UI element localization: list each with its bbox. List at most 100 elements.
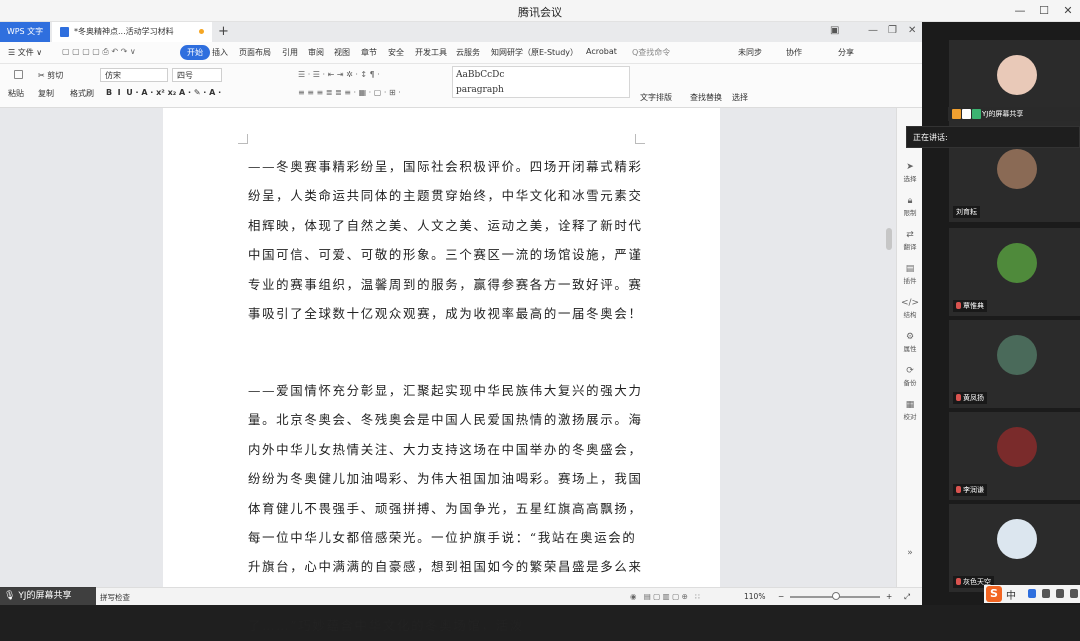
tool-select[interactable]: ➤ 选择 [897,162,923,183]
document-tab-title: *冬奥精神点...活动学习材料 [74,27,174,36]
menu-insert[interactable]: 插入 [212,47,228,58]
backup-icon: ⟳ [906,366,914,376]
cursor-icon: ➤ [906,162,914,172]
page-corner-mark [635,134,645,144]
status-bar: 拼写检查 ◉ ▤ ▢ ▥ ▢ ⊕ ∷ 110% − + ⤢ [0,587,922,605]
participant-tile[interactable]: 灰色天空 [949,504,1080,592]
fit-window-icon[interactable]: ⤢ [904,592,910,602]
maximize-icon[interactable]: ☐ [1036,3,1052,19]
view-mode-icons[interactable]: ◉ ▤ ▢ ▥ ▢ ⊕ ∷ [630,592,700,601]
mic-muted-icon [956,578,961,585]
select-button[interactable]: 选择 [732,92,748,103]
wps-close-icon[interactable]: ✕ [908,25,916,36]
participant-tile[interactable]: 李润谦 [949,412,1080,500]
menu-security[interactable]: 安全 [388,47,404,58]
page-corner-mark [238,134,248,144]
ime-mic-icon[interactable] [1028,589,1036,598]
tab-document[interactable]: *冬奥精神点...活动学习材料 [52,22,212,42]
menu-references[interactable]: 引用 [282,47,298,58]
tool-plugin[interactable]: ▤ 插件 [897,264,923,285]
menu-page-layout[interactable]: 页面布局 [239,47,271,58]
vertical-scrollbar[interactable] [884,108,894,587]
ime-keyboard-icon[interactable] [1042,589,1050,598]
spellcheck-status[interactable]: 拼写检查 [100,592,130,603]
avatar [997,335,1037,375]
sync-status[interactable]: 未同步 [738,47,762,58]
menu-view[interactable]: 视图 [334,47,350,58]
mic-icon [972,109,981,119]
participant-name: 李润谦 [953,484,987,496]
menu-chapter[interactable]: 章节 [361,47,377,58]
add-tab-icon[interactable]: + [218,22,229,42]
style-name: paragraph [456,85,504,95]
tool-structure[interactable]: </> 结构 [897,298,923,319]
font-size-select[interactable]: 四号 [172,68,222,82]
menu-acrobat[interactable]: Acrobat [586,47,617,56]
collaborate-button[interactable]: 协作 [786,47,802,58]
style-preview: AaBbCcDc [456,70,505,80]
tab-count-icon[interactable]: ▣ [830,25,839,36]
quick-access-icons[interactable]: ▢ ▢ ▢ ▢ ⎙ ↶ ↷ ∨ [62,47,136,57]
ime-skin-icon[interactable] [1056,589,1064,598]
document-icon [60,27,69,37]
paste-icon[interactable] [14,70,23,79]
tool-proofread[interactable]: ▦ 校对 [897,400,923,421]
tab-wps-app[interactable]: WPS 文字 [0,22,50,42]
menu-review[interactable]: 审阅 [308,47,324,58]
meeting-title: 腾讯会议 [518,6,562,19]
minimize-icon[interactable]: — [1012,3,1028,19]
speaking-indicator: 正在讲话: [906,126,1080,148]
screen: 腾讯会议 — ☐ ✕ WPS 文字 *冬奥精神点...活动学习材料 + ▣ — … [0,0,1080,633]
font-family-select[interactable]: 仿宋 [100,68,168,82]
wps-minimize-icon[interactable]: — [868,25,878,36]
ime-tools-icon[interactable] [1070,589,1078,598]
list-buttons-icons[interactable]: ☰ · ☰ · ⇤ ⇥ ✲ · ↕ ¶ · [298,70,380,79]
style-gallery[interactable]: AaBbCcDc paragraph [452,66,630,98]
document-page[interactable]: ——冬奥赛事精彩纷呈，国际社会积极评价。四场开闭幕式精彩纷呈，人类命运共同体的主… [163,108,720,633]
align-buttons-icons[interactable]: ≡ ≡ ≡ ≣ ≣ ≡ · ▦ · ▢ · ⊞ · [298,88,401,97]
zoom-out-icon[interactable]: − [778,592,784,601]
cut-button[interactable]: ✂ 剪切 [38,70,63,81]
tool-properties[interactable]: ⚙ 属性 [897,332,923,353]
tool-backup[interactable]: ⟳ 备份 [897,366,923,387]
right-tool-strip: ➤ 选择 🔒︎ 限制 ⇄ 翻译 ▤ 插件 </> 结构 ⚙ 属性 ⟳ 备份 ▦ 校对 » [896,108,922,587]
sliders-icon: ⚙ [905,332,915,342]
participant-tile[interactable]: 黄凤扬 [949,320,1080,408]
ime-toolbar[interactable]: S 中 [984,585,1080,603]
tool-translate[interactable]: ⇄ 翻译 [897,230,923,251]
sogou-logo-icon: S [986,586,1002,602]
mic-muted-icon [956,302,961,309]
format-painter-button[interactable]: 格式刷 [70,88,94,99]
tool-restrict[interactable]: 🔒︎ 限制 [897,196,923,217]
zoom-in-icon[interactable]: + [886,592,892,601]
wps-restore-icon[interactable]: ❐ [888,25,897,36]
wps-window: WPS 文字 *冬奥精神点...活动学习材料 + ▣ — ❐ ✕ ☰ 文件 ∨ … [0,22,922,633]
find-replace-button[interactable]: 查找替换 [690,92,722,103]
wps-menubar: ☰ 文件 ∨ ▢ ▢ ▢ ▢ ⎙ ↶ ↷ ∨ 开始 插入 页面布局 引用 审阅 … [0,42,922,64]
text-layout-button[interactable]: 文字排版 [640,92,672,103]
format-buttons-icons[interactable]: B I U · A · x² x₂ A · ✎ · A · [106,88,221,97]
cut-label: 剪切 [47,71,64,80]
copy-button[interactable]: 复制 [38,88,54,99]
avatar [997,243,1037,283]
paste-button[interactable]: 粘贴 [8,88,24,99]
menu-file[interactable]: ☰ 文件 ∨ [8,47,42,58]
sidebar-expand-icon[interactable]: » [897,548,923,559]
participant-tile[interactable]: 覃惟典 [949,228,1080,316]
mic-muted-icon [956,486,961,493]
ime-language[interactable]: 中 [1006,587,1016,602]
menu-developer[interactable]: 开发工具 [415,47,447,58]
zoom-level[interactable]: 110% [744,592,765,601]
scrollbar-thumb[interactable] [886,228,892,250]
command-search[interactable]: Q查找命令 [632,47,670,58]
paragraph-1[interactable]: ——冬奥赛事精彩纷呈，国际社会积极评价。四场开闭幕式精彩纷呈，人类命运共同体的主… [248,152,648,328]
menu-cnki[interactable]: 知网研学（原E-Study） [491,47,578,58]
close-icon[interactable]: ✕ [1060,3,1076,19]
menu-home[interactable]: 开始 [180,45,210,60]
menu-cloud[interactable]: 云服务 [456,47,480,58]
avatar [997,519,1037,559]
document-area[interactable]: ——冬奥赛事精彩纷呈，国际社会积极评价。四场开闭幕式精彩纷呈，人类命运共同体的主… [0,108,896,633]
zoom-slider-knob[interactable] [832,592,840,600]
participant-name: 黄凤扬 [953,392,987,404]
share-button[interactable]: 分享 [838,47,854,58]
